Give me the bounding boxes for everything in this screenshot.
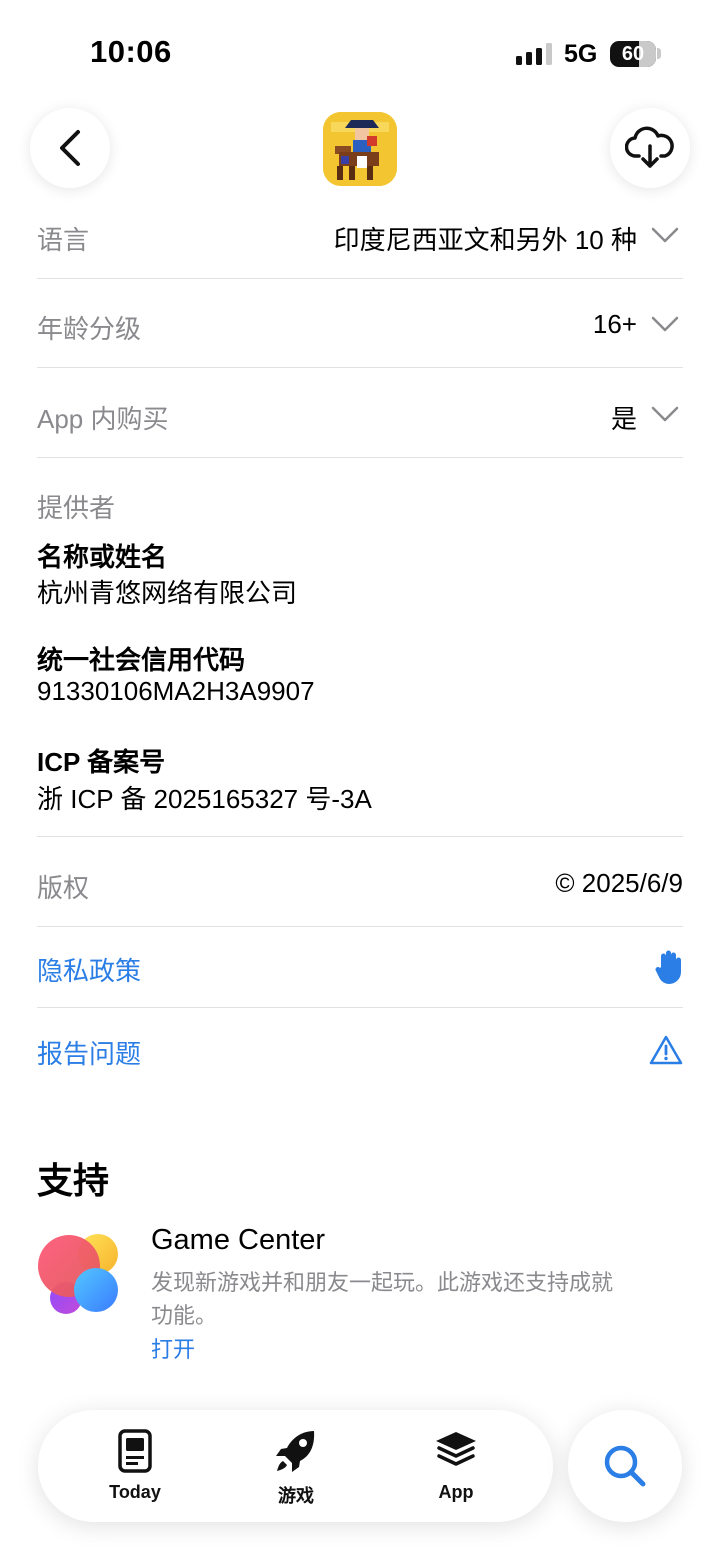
- provider-name-title: 名称或姓名: [37, 542, 168, 572]
- copyright-value: © 2025/6/9: [555, 868, 683, 898]
- credit-code-title: 统一社会信用代码: [37, 645, 246, 675]
- game-center-open-link[interactable]: 打开: [151, 1332, 195, 1364]
- battery-tip: [657, 48, 661, 59]
- icp-title: ICP 备案号: [37, 747, 166, 777]
- report-problem-label: 报告问题: [37, 1039, 142, 1069]
- game-center-icon: [38, 1234, 118, 1314]
- age-rating-row[interactable]: 年龄分级 16+: [37, 279, 683, 368]
- credit-code-value: 91330106MA2H3A9907: [37, 676, 315, 706]
- age-rating-label: 年龄分级: [37, 314, 142, 344]
- language-value: 印度尼西亚文和另外 10 种: [333, 225, 637, 255]
- game-center-description: 发现新游戏并和朋友一起玩。此游戏还支持成就功能。: [151, 1270, 614, 1328]
- app-icon: [323, 112, 397, 186]
- in-app-purchase-label: App 内购买: [37, 404, 169, 434]
- chevron-down-icon: [651, 406, 679, 422]
- privacy-policy-link[interactable]: 隐私政策: [37, 927, 683, 1008]
- icp-value: 浙 ICP 备 2025165327 号-3A: [37, 784, 372, 814]
- warning-triangle-icon: [649, 1035, 683, 1065]
- language-row[interactable]: 语言 印度尼西亚文和另外 10 种: [37, 200, 683, 279]
- privacy-policy-label: 隐私政策: [37, 956, 142, 986]
- status-bar: 10:06 5G 60: [0, 0, 720, 100]
- network-type: 5G: [564, 40, 598, 68]
- language-label: 语言: [37, 225, 90, 255]
- in-app-purchase-value: 是: [610, 404, 637, 434]
- battery-level: 60: [621, 43, 645, 65]
- copyright-row: 版权 © 2025/6/9: [37, 837, 683, 927]
- tab-apps[interactable]: App: [391, 1410, 521, 1522]
- back-button[interactable]: [30, 108, 110, 188]
- search-icon: [604, 1445, 646, 1487]
- download-button[interactable]: [610, 108, 690, 188]
- tab-today[interactable]: Today: [70, 1410, 200, 1522]
- hand-raised-icon: [655, 950, 681, 984]
- pixel-rider-icon: [323, 112, 397, 186]
- cloud-download-icon: [625, 126, 674, 168]
- chevron-down-icon: [651, 227, 679, 243]
- tab-today-label: Today: [109, 1482, 161, 1502]
- tab-games-label: 游戏: [278, 1486, 314, 1506]
- provider-name-value: 杭州青悠网络有限公司: [37, 578, 298, 608]
- rocket-icon: [276, 1431, 315, 1472]
- search-button[interactable]: [568, 1410, 682, 1522]
- provider-label: 提供者: [37, 493, 116, 523]
- age-rating-value: 16+: [592, 309, 637, 339]
- tab-apps-label: App: [438, 1482, 474, 1502]
- support-section-title: 支持: [37, 1160, 110, 1201]
- chevron-left-icon: [60, 130, 80, 166]
- in-app-purchase-row[interactable]: App 内购买 是: [37, 368, 683, 458]
- layers-stack-icon: [436, 1432, 476, 1466]
- copyright-label: 版权: [37, 873, 90, 903]
- today-page-icon: [118, 1429, 152, 1473]
- report-problem-link[interactable]: 报告问题: [37, 1008, 683, 1092]
- status-time: 10:06: [90, 34, 172, 69]
- chevron-down-icon: [651, 316, 679, 332]
- cellular-signal-icon: [516, 43, 552, 65]
- tab-games[interactable]: 游戏: [231, 1410, 361, 1522]
- tab-bar: Today 游戏 App: [38, 1410, 553, 1522]
- game-center-title: Game Center: [151, 1224, 326, 1256]
- battery-icon: 60: [610, 41, 656, 67]
